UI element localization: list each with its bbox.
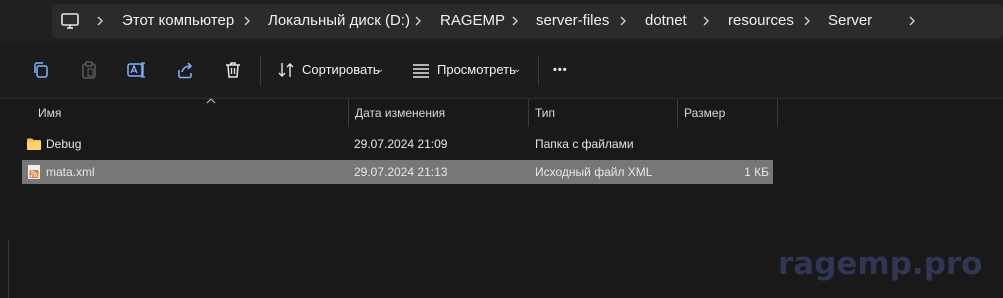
folder-icon (27, 138, 41, 150)
file-date: 29.07.2024 21:09 (354, 137, 448, 151)
breadcrumb-item-server-files[interactable]: server-files (536, 11, 609, 31)
breadcrumb-item-local-disk[interactable]: Локальный диск (D:) (268, 11, 410, 31)
file-date: 29.07.2024 21:13 (354, 165, 448, 179)
rename-icon (127, 62, 145, 78)
column-header-type[interactable]: Тип (529, 99, 678, 127)
column-header-row: Имя Дата изменения Тип Размер (22, 98, 778, 127)
file-type: Исходный файл XML (535, 165, 653, 179)
file-type: Папка с файлами (535, 137, 634, 151)
share-button[interactable] (174, 59, 196, 81)
sort-icon (278, 63, 294, 77)
chevron-right-icon[interactable] (907, 11, 917, 31)
chevron-right-icon[interactable] (413, 11, 423, 31)
copy-icon (34, 62, 48, 78)
breadcrumb-item-ragemp[interactable]: RAGEMP (440, 11, 505, 31)
rss-file-icon (28, 165, 40, 179)
paste-button[interactable] (78, 59, 100, 81)
toolbar-separator (260, 56, 261, 86)
rename-button[interactable] (126, 59, 148, 81)
column-header-size[interactable]: Размер (678, 99, 778, 127)
chevron-right-icon[interactable] (510, 11, 520, 31)
breadcrumb-item-dotnet[interactable]: dotnet (645, 11, 687, 31)
toolbar-separator (538, 56, 539, 86)
view-label: Просмотреть (437, 62, 516, 77)
file-name: mata.xml (46, 165, 95, 179)
file-size: 1 КБ (744, 165, 769, 179)
list-item-selected[interactable]: mata.xml 29.07.2024 21:13 Исходный файл … (22, 160, 773, 184)
file-name: Debug (46, 137, 82, 151)
sort-label: Сортировать (302, 62, 380, 77)
delete-button[interactable] (222, 59, 244, 81)
navigation-pane-edge (8, 240, 9, 298)
view-button[interactable]: Просмотреть ⌄ (411, 59, 526, 81)
sort-button[interactable]: Сортировать ⌄ (276, 59, 388, 81)
command-bar: Сортировать ⌄ Просмотреть ⌄ ••• (0, 42, 1003, 99)
chevron-right-icon[interactable] (95, 11, 105, 31)
share-icon (178, 62, 193, 79)
view-icon (413, 64, 429, 78)
list-item[interactable]: Debug 29.07.2024 21:09 Папка с файлами (22, 132, 773, 156)
chevron-right-icon[interactable] (701, 11, 711, 31)
column-header-date[interactable]: Дата изменения (349, 99, 529, 127)
paste-icon (82, 61, 96, 79)
breadcrumb-item-resources[interactable]: resources (728, 11, 794, 31)
column-header-name[interactable]: Имя (22, 99, 349, 127)
trash-icon (226, 62, 240, 78)
chevron-down-icon: ⌄ (376, 64, 385, 75)
watermark: ragemp.pro (778, 246, 983, 282)
more-options-button[interactable]: ••• (553, 59, 575, 81)
chevron-right-icon[interactable] (802, 11, 812, 31)
this-pc-icon[interactable] (60, 11, 80, 31)
copy-button[interactable] (30, 59, 52, 81)
chevron-down-icon: ⌄ (513, 64, 522, 75)
breadcrumb-item-this-pc[interactable]: Этот компьютер (122, 11, 234, 31)
chevron-right-icon[interactable] (618, 11, 628, 31)
file-explorer-window: Этот компьютер Локальный диск (D:) RAGEM… (0, 0, 1003, 298)
address-bar: Этот компьютер Локальный диск (D:) RAGEM… (0, 0, 1003, 42)
chevron-right-icon[interactable] (242, 11, 252, 31)
breadcrumb-item-server[interactable]: Server (828, 11, 872, 31)
